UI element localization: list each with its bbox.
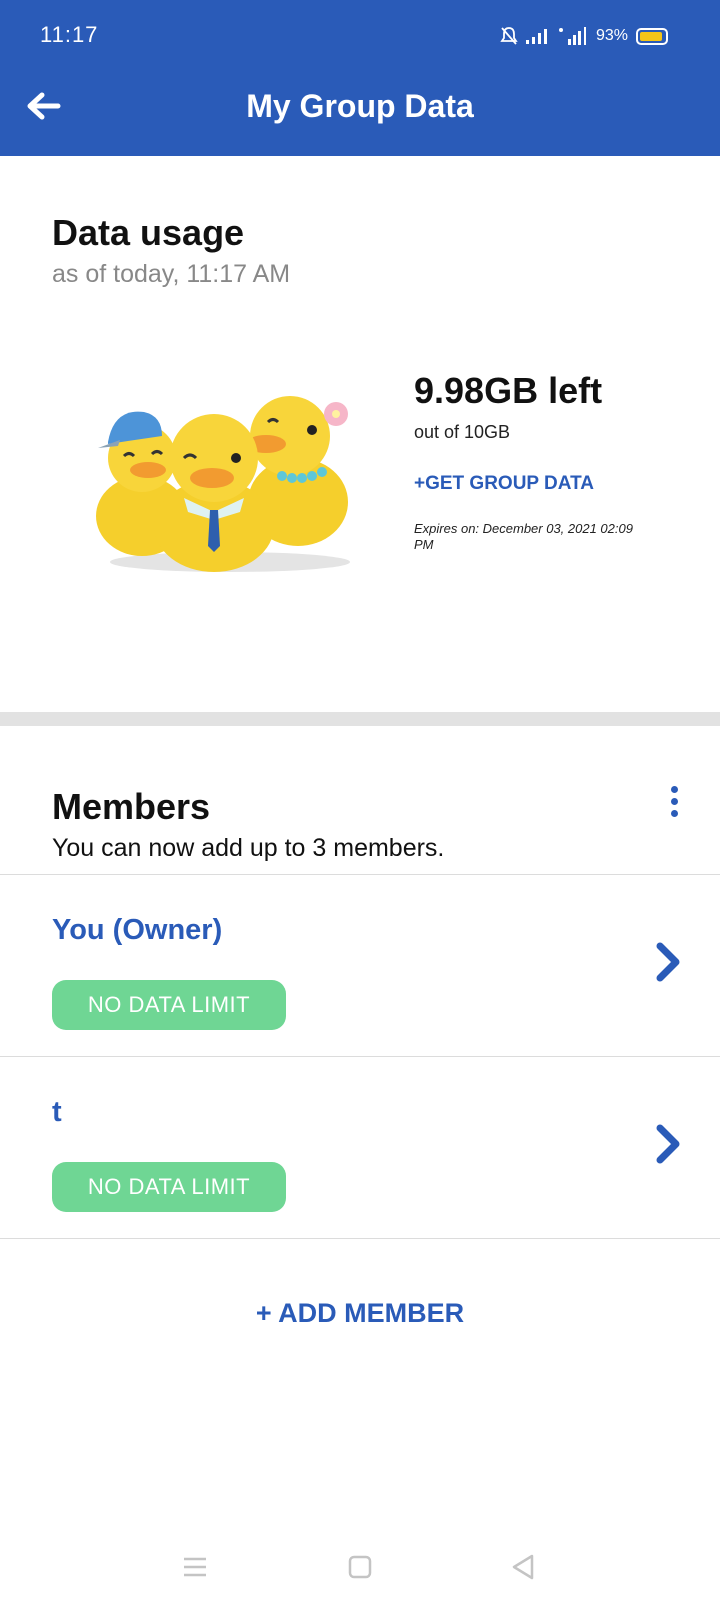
mute-bell-icon [500,26,518,46]
signal-icon [525,28,550,44]
divider [0,1238,720,1239]
home-square-icon[interactable] [343,1550,377,1584]
data-usage-title: Data usage [52,212,245,253]
data-remaining: 9.98GB left [414,370,603,411]
status-time: 11:17 [40,22,99,47]
members-subtitle: You can now add up to 3 members. [52,834,445,862]
add-member-button[interactable]: + ADD MEMBER [0,1298,720,1329]
battery-icon [636,27,668,45]
battery-percent: 93% [595,27,628,44]
data-limit-badge: NO DATA LIMIT [52,980,286,1030]
member-name: t [52,1096,62,1128]
expiry-date: Expires on: December 03, 2021 02:09 PM [414,521,633,552]
section-divider [0,712,720,726]
members-title: Members [52,786,211,827]
back-triangle-icon[interactable] [506,1550,540,1584]
wifi-signal-icon [558,27,588,45]
more-vert-icon[interactable] [664,786,684,822]
app-bar: 11:17 93% My Group Data [0,0,720,156]
system-nav-bar [0,1530,720,1600]
page-title: My Group Data [246,88,474,124]
data-total: out of 10GB [414,422,511,442]
menu-icon[interactable] [178,1550,212,1584]
status-icons: 93% [500,26,668,46]
data-usage-timestamp: as of today, 11:17 AM [52,260,291,288]
member-row-owner[interactable]: You (Owner) NO DATA LIMIT [0,874,720,1054]
chevron-right-icon [654,940,684,984]
data-remaining-panel: 9.98GB left out of 10GB +GET GROUP DATA … [414,370,674,553]
member-name: You (Owner) [52,914,223,946]
get-group-data-link[interactable]: +GET GROUP DATA [414,473,674,495]
data-usage-section: Data usage as of today, 11:17 AM 9.98GB … [0,156,720,712]
data-limit-badge: NO DATA LIMIT [52,1162,286,1212]
chevron-right-icon [654,1122,684,1166]
member-row-t[interactable]: t NO DATA LIMIT [0,1056,720,1236]
three-ducks-illustration [90,386,360,576]
